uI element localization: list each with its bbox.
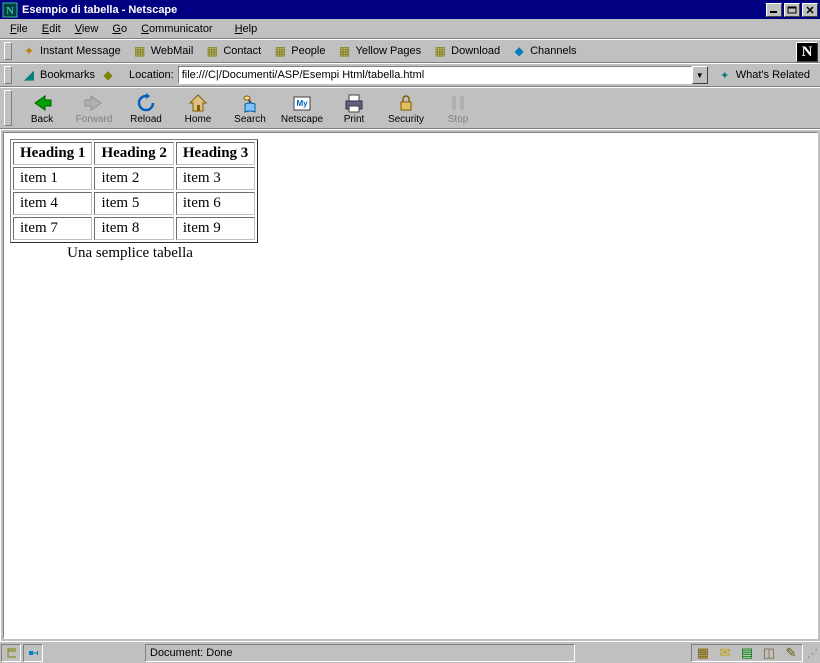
print-icon [343, 92, 365, 114]
nav-toolbar: Back Forward Reload Home Search My Netsc… [0, 87, 820, 129]
back-button[interactable]: Back [16, 88, 68, 128]
menu-communicator[interactable]: Communicator [134, 21, 220, 37]
download[interactable]: ▦ Download [427, 41, 506, 61]
table-row: item 1 item 2 item 3 [13, 167, 255, 190]
taskbar-navigator-icon[interactable]: ▦ [692, 645, 714, 661]
svg-text:N: N [6, 5, 14, 17]
table-header-row: Heading 1 Heading 2 Heading 3 [13, 142, 255, 165]
location-input[interactable] [178, 66, 692, 84]
maximize-button[interactable] [784, 3, 800, 17]
menu-help[interactable]: Help [228, 21, 265, 37]
table-cell: item 4 [13, 192, 92, 215]
netscape-button[interactable]: My Netscape [276, 88, 328, 128]
table-cell: item 1 [13, 167, 92, 190]
security-button[interactable]: Security [380, 88, 432, 128]
back-icon [31, 92, 53, 114]
people[interactable]: ▦ People [267, 41, 331, 61]
table-cell: item 3 [176, 167, 255, 190]
location-toolbar: ◢ Bookmarks ◆ Location: ▼ ✦ What's Relat… [0, 63, 820, 87]
menu-file[interactable]: File [3, 21, 35, 37]
table-cell: item 9 [176, 217, 255, 240]
toolbar-grip[interactable] [4, 90, 12, 126]
statusbar: Document: Done ▦ ✉ ▤ ◫ ✎ ⋰ [0, 641, 820, 663]
stop-icon [447, 92, 469, 114]
page-content: Heading 1 Heading 2 Heading 3 item 1 ite… [3, 132, 818, 639]
toolbar-grip[interactable] [4, 42, 12, 60]
netscape-icon: My [291, 92, 313, 114]
channels-icon: ◆ [512, 44, 526, 58]
table-header: Heading 2 [94, 142, 173, 165]
channels[interactable]: ◆ Channels [506, 41, 582, 61]
close-button[interactable] [802, 3, 818, 17]
contact-icon: ▦ [205, 44, 219, 58]
component-bar: ▦ ✉ ▤ ◫ ✎ [691, 644, 803, 662]
reload-icon [135, 92, 157, 114]
personal-toolbar: ✦ Instant Message ▦ WebMail ▦ Contact ▦ … [0, 39, 820, 63]
table-cell: item 5 [94, 192, 173, 215]
contact[interactable]: ▦ Contact [199, 41, 267, 61]
taskbar-composer-icon[interactable]: ✎ [780, 645, 802, 661]
instant-message[interactable]: ✦ Instant Message [16, 41, 127, 61]
taskbar-mail-icon[interactable]: ✉ [714, 645, 736, 661]
resize-grip[interactable]: ⋰ [804, 644, 820, 662]
table-row: item 7 item 8 item 9 [13, 217, 255, 240]
page-proxy-icon[interactable]: ◆ [101, 68, 115, 82]
table-row: item 4 item 5 item 6 [13, 192, 255, 215]
people-icon: ▦ [273, 44, 287, 58]
netscape-logo[interactable]: N [796, 42, 818, 62]
whats-related-icon: ✦ [718, 68, 732, 82]
bookmarks-icon: ◢ [22, 68, 36, 82]
menu-go[interactable]: Go [105, 21, 134, 37]
status-online-icon[interactable] [23, 644, 43, 662]
yellow-pages[interactable]: ▦ Yellow Pages [332, 41, 428, 61]
window-title: Esempio di tabella - Netscape [22, 4, 764, 16]
table-header: Heading 1 [13, 142, 92, 165]
forward-icon [83, 92, 105, 114]
table-cell: item 8 [94, 217, 173, 240]
content-frame: Heading 1 Heading 2 Heading 3 item 1 ite… [0, 129, 820, 641]
webmail-icon: ▦ [133, 44, 147, 58]
table-cell: item 2 [94, 167, 173, 190]
download-icon: ▦ [433, 44, 447, 58]
table-header: Heading 3 [176, 142, 255, 165]
table-cell: item 7 [13, 217, 92, 240]
menu-view[interactable]: View [68, 21, 106, 37]
security-icon [395, 92, 417, 114]
reload-button[interactable]: Reload [120, 88, 172, 128]
location-label: Location: [129, 69, 174, 81]
yellow-pages-icon: ▦ [338, 44, 352, 58]
stop-button: Stop [432, 88, 484, 128]
search-icon [239, 92, 261, 114]
table-cell: item 6 [176, 192, 255, 215]
bookmarks-button[interactable]: ◢ Bookmarks [16, 68, 101, 82]
table-caption: Una semplice tabella [10, 245, 250, 262]
status-security-icon[interactable] [1, 644, 21, 662]
search-button[interactable]: Search [224, 88, 276, 128]
taskbar-news-icon[interactable]: ▤ [736, 645, 758, 661]
titlebar: N Esempio di tabella - Netscape [0, 0, 820, 19]
data-table: Heading 1 Heading 2 Heading 3 item 1 ite… [10, 139, 258, 243]
status-document: Document: Done [145, 644, 575, 662]
app-icon: N [2, 2, 18, 18]
taskbar-addressbook-icon[interactable]: ◫ [758, 645, 780, 661]
toolbar-grip[interactable] [4, 66, 12, 84]
home-button[interactable]: Home [172, 88, 224, 128]
webmail[interactable]: ▦ WebMail [127, 41, 200, 61]
location-dropdown[interactable]: ▼ [692, 66, 708, 84]
menubar: File Edit View Go Communicator Help [0, 19, 820, 39]
minimize-button[interactable] [766, 3, 782, 17]
instant-message-icon: ✦ [22, 44, 36, 58]
svg-text:My: My [296, 99, 308, 108]
menu-edit[interactable]: Edit [35, 21, 68, 37]
forward-button: Forward [68, 88, 120, 128]
print-button[interactable]: Print [328, 88, 380, 128]
whats-related[interactable]: ✦ What's Related [712, 68, 816, 82]
home-icon [187, 92, 209, 114]
